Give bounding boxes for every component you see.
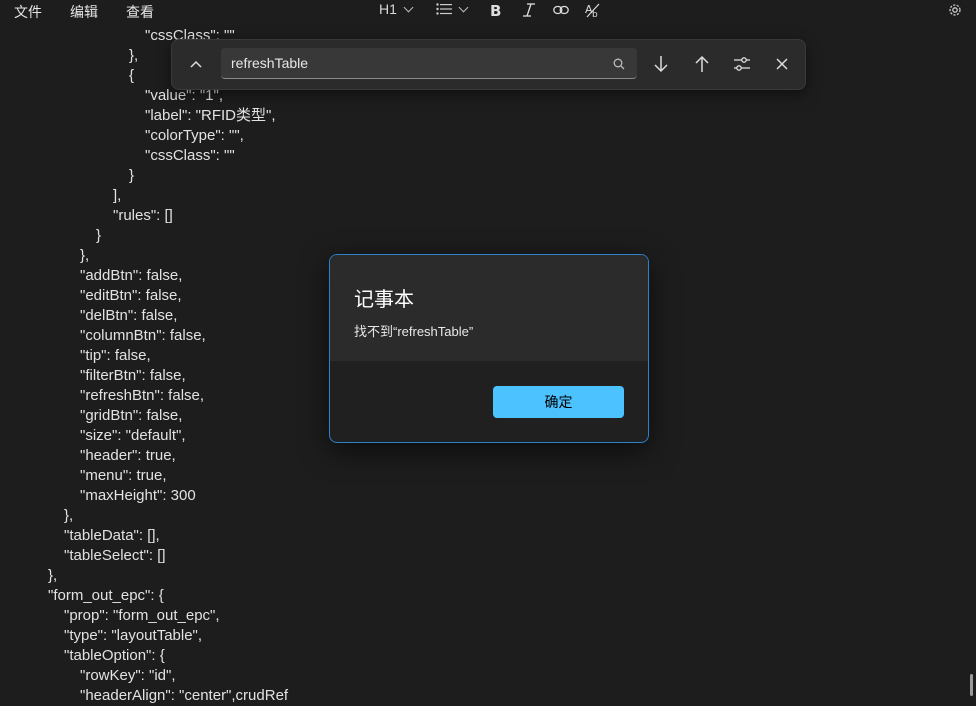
heading-label: H1 — [379, 1, 397, 17]
code-line: "tableOption": { — [64, 647, 165, 664]
code-line: "tableSelect": [] — [64, 547, 166, 564]
bold-icon[interactable]: B — [490, 3, 502, 17]
code-line: }, — [48, 567, 58, 584]
code-line: "tip": false, — [80, 347, 151, 364]
menu-view[interactable]: 查看 — [126, 2, 154, 22]
collapse-find-button[interactable] — [183, 51, 209, 77]
code-line: "editBtn": false, — [80, 287, 182, 304]
code-line: "maxHeight": 300 — [80, 487, 196, 504]
close-icon — [776, 58, 788, 70]
dialog-message: 找不到“refreshTable” — [354, 324, 474, 339]
code-line: "colorType": "", — [145, 127, 244, 144]
dialog-title: 记事本 — [354, 289, 414, 311]
chevron-down-icon — [458, 2, 469, 12]
not-found-dialog: 记事本 找不到“refreshTable” 确定 — [329, 254, 649, 443]
find-bar — [171, 39, 806, 90]
code-line: "columnBtn": false, — [80, 327, 206, 344]
dialog-content: 记事本 找不到“refreshTable” — [330, 255, 648, 361]
bulleted-list-icon — [436, 3, 452, 15]
code-line: "rules": [] — [113, 207, 173, 224]
code-line: "delBtn": false, — [80, 307, 178, 324]
code-line: }, — [129, 47, 139, 64]
search-icon[interactable] — [613, 58, 625, 70]
menu-file[interactable]: 文件 — [14, 2, 42, 22]
code-line: "type": "layoutTable", — [64, 627, 203, 644]
svg-text:B: B — [490, 3, 501, 17]
code-line: } — [129, 167, 135, 184]
menu-bar: 文件 编辑 查看 H1 B A b — [0, 0, 976, 22]
arrow-up-icon — [695, 55, 709, 72]
close-find-button[interactable] — [769, 51, 795, 77]
code-line: "headerAlign": "center",crudRef — [80, 687, 289, 704]
clear-formatting-icon[interactable]: A b — [585, 2, 601, 18]
code-line: { — [129, 67, 135, 84]
code-line: "gridBtn": false, — [80, 407, 183, 424]
code-line: "menu": true, — [80, 467, 167, 484]
chevron-down-icon — [403, 2, 414, 12]
code-line: }, — [64, 507, 74, 524]
link-icon[interactable] — [553, 4, 569, 16]
arrow-down-icon — [654, 56, 668, 73]
code-line: "rowKey": "id", — [80, 667, 176, 684]
code-line: } — [96, 227, 102, 244]
ok-button[interactable]: 确定 — [493, 386, 624, 418]
list-dropdown[interactable] — [436, 2, 469, 15]
code-line: "label": "RFID类型", — [145, 107, 276, 124]
italic-icon[interactable] — [522, 3, 536, 17]
heading-dropdown[interactable]: H1 — [379, 1, 414, 17]
find-previous-button[interactable] — [689, 51, 715, 77]
code-line: "tableData": [], — [64, 527, 160, 544]
sliders-icon — [734, 57, 750, 71]
find-next-button[interactable] — [648, 51, 674, 77]
find-input[interactable] — [221, 48, 637, 79]
code-line: "refreshBtn": false, — [80, 387, 205, 404]
find-options-button[interactable] — [729, 51, 755, 77]
code-line: "filterBtn": false, — [80, 367, 186, 384]
code-line: "cssClass": "" — [145, 147, 235, 164]
code-line: "size": "default", — [80, 427, 186, 444]
code-line: }, — [80, 247, 90, 264]
code-line: "form_out_epc": { — [48, 587, 164, 604]
code-line: "addBtn": false, — [80, 267, 183, 284]
code-line: "prop": "form_out_epc", — [64, 607, 220, 624]
chevron-up-icon — [190, 60, 202, 68]
settings-gear-icon[interactable] — [947, 2, 963, 18]
code-line: ], — [113, 187, 122, 204]
menu-edit[interactable]: 编辑 — [70, 2, 98, 22]
vertical-scrollbar-thumb[interactable] — [970, 674, 973, 696]
code-line: "header": true, — [80, 447, 176, 464]
